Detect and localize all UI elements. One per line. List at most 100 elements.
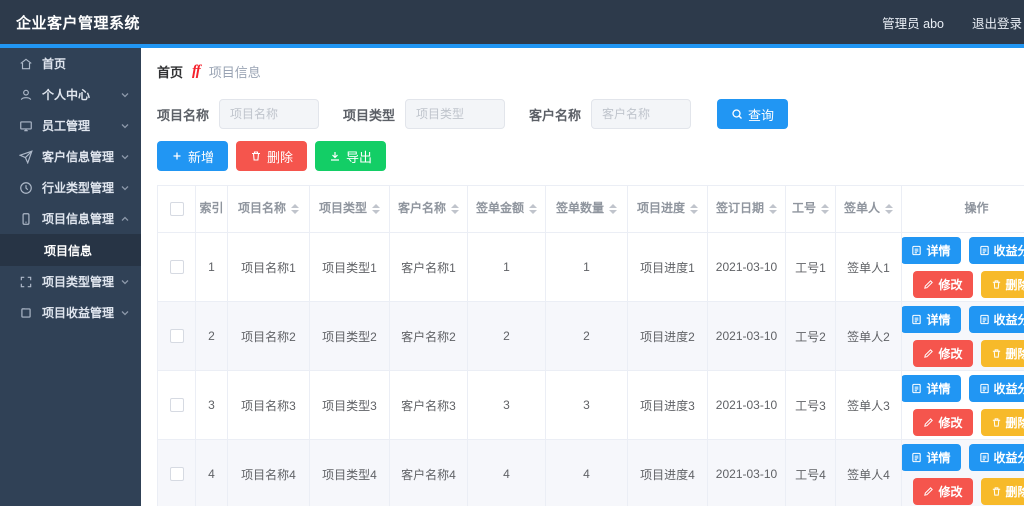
table-cell: 2021-03-10 <box>708 302 786 371</box>
expand-icon <box>19 275 33 289</box>
sidebar-item-project-type[interactable]: 项目类型管理 <box>0 266 141 297</box>
table-cell: 2 <box>546 302 628 371</box>
sort-caret-icon[interactable] <box>690 204 698 214</box>
sidebar-item-staff[interactable]: 员工管理 <box>0 110 141 141</box>
sidebar-item-project-income[interactable]: 项目收益管理 <box>0 297 141 328</box>
project-type-label: 项目类型 <box>343 105 395 124</box>
logout-link[interactable]: 退出登录 <box>972 13 1022 32</box>
table-cell: 4 <box>546 440 628 506</box>
table-cell: 2 <box>468 302 546 371</box>
row-checkbox[interactable] <box>170 467 184 481</box>
row-checkbox[interactable] <box>170 260 184 274</box>
income-allocate-button[interactable]: 收益分配 <box>969 375 1024 402</box>
edit-button[interactable]: 修改 <box>913 340 972 367</box>
sidebar-item-label: 个人中心 <box>42 86 90 103</box>
table-cell: 项目进度3 <box>628 371 708 440</box>
sort-caret-icon[interactable] <box>769 204 777 214</box>
row-delete-button[interactable]: 删除 <box>981 340 1024 367</box>
sort-caret-icon[interactable] <box>291 204 299 214</box>
detail-button-label: 详情 <box>926 380 950 397</box>
row-select-cell <box>158 440 196 506</box>
table-row: 1项目名称1项目类型1客户名称111项目进度12021-03-10工号1签单人1… <box>158 233 1024 302</box>
sort-caret-icon[interactable] <box>885 204 893 214</box>
add-button[interactable]: 新增 <box>157 141 228 171</box>
square-icon <box>19 306 33 320</box>
edit-button[interactable]: 修改 <box>913 409 972 436</box>
project-name-input[interactable] <box>219 99 319 129</box>
table-column-header[interactable]: 项目名称 <box>228 186 310 233</box>
table-column-header[interactable]: 签单人 <box>836 186 902 233</box>
edit-button[interactable]: 修改 <box>913 271 972 298</box>
sort-caret-icon[interactable] <box>609 204 617 214</box>
chevron-up-icon <box>119 213 131 225</box>
table-cell: 签单人1 <box>836 233 902 302</box>
row-delete-button[interactable]: 删除 <box>981 478 1024 505</box>
sidebar-item-customer-info[interactable]: 客户信息管理 <box>0 141 141 172</box>
project-type-input[interactable] <box>405 99 505 129</box>
row-select-cell <box>158 233 196 302</box>
table-cell: 客户名称2 <box>390 302 468 371</box>
sidebar: 首页 个人中心 员工管理 客户信息管理 <box>0 48 141 506</box>
table-column-header[interactable]: 项目类型 <box>310 186 390 233</box>
sidebar-item-industry-type[interactable]: 行业类型管理 <box>0 172 141 203</box>
home-icon <box>19 57 33 71</box>
row-actions-cell: 详情 收益分配修改删除 <box>902 371 1024 440</box>
table-column-header[interactable]: 工号 <box>786 186 836 233</box>
income-allocate-button-label: 收益分配 <box>994 380 1024 397</box>
chevron-down-icon <box>119 89 131 101</box>
detail-button[interactable]: 详情 <box>902 306 961 333</box>
project-name-label: 项目名称 <box>157 105 209 124</box>
sidebar-item-label: 行业类型管理 <box>42 179 114 196</box>
column-label: 签单金额 <box>476 201 524 217</box>
select-all-checkbox[interactable] <box>170 202 184 216</box>
sort-caret-icon[interactable] <box>451 204 459 214</box>
income-allocate-button-label: 收益分配 <box>994 449 1024 466</box>
table-column-header[interactable]: 签订日期 <box>708 186 786 233</box>
income-allocate-button[interactable]: 收益分配 <box>969 237 1024 264</box>
row-checkbox[interactable] <box>170 329 184 343</box>
table-column-header[interactable]: 项目进度 <box>628 186 708 233</box>
export-button-label: 导出 <box>346 147 372 166</box>
table-column-header[interactable]: 客户名称 <box>390 186 468 233</box>
sidebar-item-home[interactable]: 首页 <box>0 48 141 79</box>
table-cell: 2021-03-10 <box>708 371 786 440</box>
sidebar-item-profile[interactable]: 个人中心 <box>0 79 141 110</box>
table-row: 3项目名称3项目类型3客户名称333项目进度32021-03-10工号3签单人3… <box>158 371 1024 440</box>
sidebar-subitem-project-info[interactable]: 项目信息 <box>0 234 141 266</box>
table-cell: 签单人2 <box>836 302 902 371</box>
table-cell: 2021-03-10 <box>708 440 786 506</box>
user-icon <box>19 88 33 102</box>
income-allocate-button[interactable]: 收益分配 <box>969 444 1024 471</box>
edit-button[interactable]: 修改 <box>913 478 972 505</box>
breadcrumb: 首页 ff 项目信息 <box>157 48 1010 91</box>
table-column-header[interactable]: 签单金额 <box>468 186 546 233</box>
row-delete-button[interactable]: 删除 <box>981 271 1024 298</box>
current-user[interactable]: 管理员 abo <box>882 13 944 32</box>
delete-button[interactable]: 删除 <box>236 141 307 171</box>
customer-name-label: 客户名称 <box>529 105 581 124</box>
customer-name-input[interactable] <box>591 99 691 129</box>
search-button[interactable]: 查询 <box>717 99 788 129</box>
detail-button[interactable]: 详情 <box>902 444 961 471</box>
trash-icon <box>991 348 1002 359</box>
sidebar-item-label: 客户信息管理 <box>42 148 114 165</box>
detail-button[interactable]: 详情 <box>902 375 961 402</box>
app-title: 企业客户管理系统 <box>16 12 140 33</box>
table-cell: 项目类型4 <box>310 440 390 506</box>
file-icon <box>979 383 990 394</box>
table-column-header[interactable]: 签单数量 <box>546 186 628 233</box>
row-checkbox[interactable] <box>170 398 184 412</box>
table-cell: 2021-03-10 <box>708 233 786 302</box>
breadcrumb-home[interactable]: 首页 <box>157 62 183 81</box>
export-button[interactable]: 导出 <box>315 141 386 171</box>
income-allocate-button[interactable]: 收益分配 <box>969 306 1024 333</box>
sort-caret-icon[interactable] <box>821 204 829 214</box>
main-content: 首页 ff 项目信息 项目名称 项目类型 客户名称 查询 新增 <box>141 48 1024 506</box>
row-delete-button[interactable]: 删除 <box>981 409 1024 436</box>
detail-button[interactable]: 详情 <box>902 237 961 264</box>
sort-caret-icon[interactable] <box>529 204 537 214</box>
sidebar-item-project-info[interactable]: 项目信息管理 <box>0 203 141 234</box>
chevron-down-icon <box>119 120 131 132</box>
row-delete-button-label: 删除 <box>1006 483 1024 500</box>
sort-caret-icon[interactable] <box>372 204 380 214</box>
